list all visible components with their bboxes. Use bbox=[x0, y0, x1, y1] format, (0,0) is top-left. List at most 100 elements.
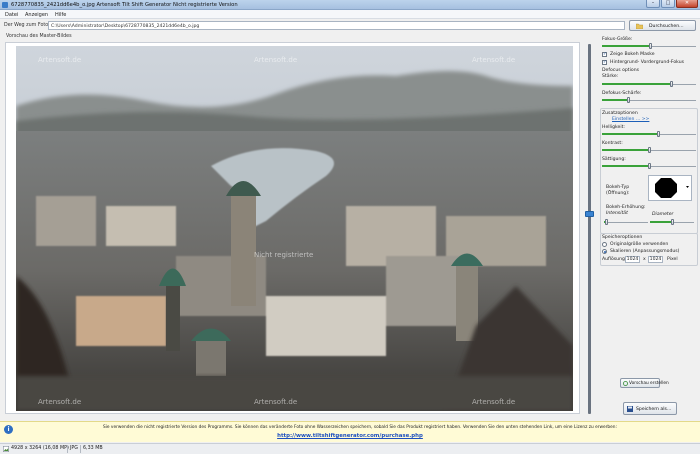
slider-fill bbox=[602, 99, 629, 101]
preview-button-label: Vorschau erstellen bbox=[629, 381, 669, 386]
watermark-top-right: Artensoft.de bbox=[472, 56, 516, 64]
bokeh-shape-dropdown[interactable] bbox=[648, 175, 692, 201]
status-dimensions: 4928 x 3264 (16,08 MP) bbox=[11, 446, 69, 451]
browse-button-label: Durchsuchen... bbox=[649, 23, 684, 29]
watermark-bottom-right: Artensoft.de bbox=[472, 398, 516, 406]
resolution-unit-label: Pixel bbox=[667, 257, 678, 262]
contrast-slider[interactable] bbox=[602, 147, 696, 153]
status-size: 6,33 MB bbox=[83, 446, 103, 451]
brightness-slider[interactable] bbox=[602, 131, 696, 137]
focus-position-slider[interactable] bbox=[585, 44, 594, 414]
app-icon bbox=[2, 2, 8, 8]
city-photo bbox=[16, 46, 573, 411]
purchase-link[interactable]: http://www.tiltshiftgenerator.com/purcha… bbox=[0, 433, 700, 439]
refresh-icon bbox=[623, 381, 628, 386]
save-as-button-label: Speichern als... bbox=[636, 406, 672, 412]
focus-size-slider[interactable] bbox=[602, 43, 696, 49]
resolution-height-input[interactable]: 1024 bbox=[648, 256, 663, 263]
settings-panel: Fokus-Größe: ✓ Zeige Bokeh Maske ✓ Hinte… bbox=[598, 34, 700, 415]
bokeh-type-label: Bokeh-Typ bbox=[606, 185, 630, 190]
slider-knob[interactable] bbox=[670, 81, 674, 87]
strength-label: Stärke: bbox=[602, 74, 619, 79]
save-options-label: Speicheroptionen bbox=[602, 235, 643, 240]
save-as-button[interactable]: Speichern als... bbox=[623, 402, 677, 415]
focus-position-handle[interactable] bbox=[585, 211, 594, 217]
defocus-sharpness-slider[interactable] bbox=[602, 97, 696, 103]
preview-label: Vorschau des Master-Bildes bbox=[6, 34, 72, 39]
strength-slider[interactable] bbox=[602, 81, 696, 87]
slider-fill bbox=[602, 149, 649, 151]
saturation-slider[interactable] bbox=[602, 163, 696, 169]
slider-knob[interactable] bbox=[604, 219, 608, 225]
resolution-width-input[interactable]: 1024 bbox=[625, 256, 640, 263]
menu-anzeigen[interactable]: Anzeigen bbox=[25, 12, 48, 18]
status-format: JPG bbox=[70, 446, 79, 451]
close-button[interactable]: ✕ bbox=[676, 0, 698, 8]
diameter-label: Diameter bbox=[652, 212, 674, 217]
menu-datei[interactable]: Datei bbox=[5, 12, 18, 18]
fg-bg-focus-checkbox[interactable]: ✓ bbox=[602, 60, 607, 65]
extra-options-label: Zusatzoptionen bbox=[602, 111, 638, 116]
path-row: Der Weg zum Foto: C:\Users\Administrator… bbox=[0, 19, 700, 32]
watermark-center: Nicht registrierte bbox=[254, 251, 314, 259]
preview-frame: Artensoft.de Artensoft.de Artensoft.de N… bbox=[5, 42, 580, 414]
status-divider bbox=[80, 445, 81, 453]
preview-image[interactable]: Artensoft.de Artensoft.de Artensoft.de N… bbox=[16, 46, 573, 411]
menu-hilfe[interactable]: Hilfe bbox=[55, 12, 66, 18]
status-bar: 4928 x 3264 (16,08 MP) JPG 6,33 MB bbox=[0, 443, 700, 454]
watermark-top-left: Artensoft.de bbox=[38, 56, 82, 64]
focus-size-label: Fokus-Größe: bbox=[602, 37, 633, 42]
intensity-label: Intensität bbox=[606, 211, 628, 216]
slider-knob[interactable] bbox=[670, 219, 674, 225]
registration-notice: i Sie verwenden die nicht registrierte V… bbox=[0, 421, 700, 442]
watermark-bottom-center: Artensoft.de bbox=[254, 398, 298, 406]
show-bokeh-mask-checkbox[interactable]: ✓ bbox=[602, 52, 607, 57]
slider-knob[interactable] bbox=[626, 97, 630, 103]
path-value: C:\Users\Administrator\Desktop\672877083… bbox=[51, 23, 200, 29]
title-bar: 6728770835_2421dd6e4b_o.jpg Artensoft Ti… bbox=[0, 0, 700, 10]
fg-bg-focus-label: Hintergrund- Vordergrund-Fokus bbox=[610, 60, 685, 65]
minimize-button[interactable]: – bbox=[646, 0, 660, 8]
saturation-label: Sättigung: bbox=[602, 157, 626, 162]
folder-icon bbox=[636, 23, 643, 29]
browse-button[interactable]: Durchsuchen... bbox=[629, 20, 696, 31]
slider-knob[interactable] bbox=[647, 163, 651, 169]
window-title: 6728770835_2421dd6e4b_o.jpg Artensoft Ti… bbox=[11, 2, 238, 8]
status-divider bbox=[67, 445, 68, 453]
slider-fill bbox=[602, 133, 659, 135]
original-size-label: Originalgröße verwenden bbox=[610, 242, 669, 247]
bokeh-boost-label: Bokeh-Erhöhung: bbox=[606, 205, 646, 210]
bokeh-octagon-icon bbox=[655, 178, 689, 198]
path-field[interactable]: C:\Users\Administrator\Desktop\672877083… bbox=[48, 21, 625, 30]
slider-fill bbox=[650, 221, 672, 223]
save-icon bbox=[627, 406, 633, 412]
path-label: Der Weg zum Foto: bbox=[4, 23, 50, 28]
watermark-bottom-left: Artensoft.de bbox=[38, 398, 82, 406]
adjust-link[interactable]: Einstellen ... >> bbox=[612, 117, 649, 122]
maximize-button[interactable]: □ bbox=[661, 0, 675, 8]
resolution-x-label: x bbox=[643, 257, 646, 262]
window-controls: – □ ✕ bbox=[646, 0, 698, 9]
slider-fill bbox=[602, 83, 672, 85]
scaling-radio[interactable] bbox=[602, 249, 607, 254]
image-icon bbox=[3, 446, 9, 452]
slider-knob[interactable] bbox=[647, 147, 651, 153]
menu-bar: Datei Anzeigen Hilfe bbox=[0, 10, 700, 19]
brightness-label: Helligkeit: bbox=[602, 125, 625, 130]
defocus-sharpness-label: Defokus-Schärfe: bbox=[602, 91, 642, 96]
bokeh-diameter-slider[interactable] bbox=[650, 219, 694, 225]
slider-fill bbox=[602, 165, 649, 167]
scaling-label: Skalieren (Anpassungsmodus) bbox=[610, 249, 680, 254]
bokeh-intensity-slider[interactable] bbox=[604, 219, 648, 225]
bokeh-opening-label: (Öffnung): bbox=[606, 191, 630, 196]
watermark-top-center: Artensoft.de bbox=[254, 56, 298, 64]
slider-knob[interactable] bbox=[649, 43, 653, 49]
show-bokeh-mask-label: Zeige Bokeh Maske bbox=[610, 52, 655, 57]
defocus-options-label: Defocus options bbox=[602, 68, 640, 73]
slider-fill bbox=[602, 45, 651, 47]
original-size-radio[interactable] bbox=[602, 242, 607, 247]
preview-button[interactable]: Vorschau erstellen bbox=[620, 378, 669, 388]
contrast-label: Kontrast: bbox=[602, 141, 623, 146]
focus-position-track bbox=[588, 44, 591, 414]
slider-knob[interactable] bbox=[656, 131, 660, 137]
